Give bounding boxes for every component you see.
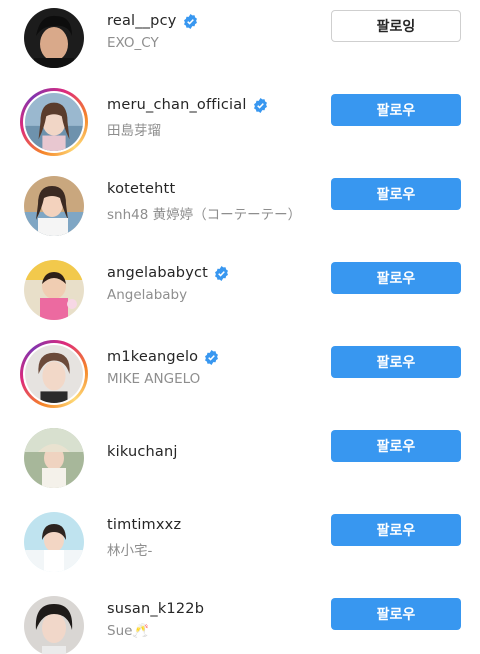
avatar[interactable]	[20, 4, 88, 72]
follow-button[interactable]: 팔로우	[331, 178, 461, 210]
username[interactable]: m1keangelo	[107, 349, 219, 365]
full-name: 林小宅-	[107, 543, 153, 559]
username[interactable]: susan_k122b	[107, 601, 204, 617]
follow-button[interactable]: 팔로우	[331, 94, 461, 126]
list-item[interactable]: meru_chan_official 田島芽瑠 팔로우	[0, 84, 480, 168]
follow-button[interactable]: 팔로우	[331, 598, 461, 630]
username-text[interactable]: kotetehtt	[107, 181, 175, 197]
username-text[interactable]: meru_chan_official	[107, 97, 247, 113]
full-name: snh48 黄婷婷（コーテーテー）	[107, 207, 302, 223]
list-item[interactable]: angelababyct Angelababy 팔로우	[0, 252, 480, 336]
username[interactable]: real__pcy	[107, 13, 198, 29]
verified-badge-icon	[183, 13, 198, 29]
avatar[interactable]	[20, 256, 88, 324]
follow-suggestions-list: real__pcy EXO_CY 팔로잉 meru_chan_official …	[0, 0, 480, 654]
list-item[interactable]: real__pcy EXO_CY 팔로잉	[0, 0, 480, 84]
list-item[interactable]: kotetehtt snh48 黄婷婷（コーテーテー） 팔로우	[0, 168, 480, 252]
username[interactable]: timtimxxz	[107, 517, 181, 533]
avatar-story-ring[interactable]	[20, 340, 88, 408]
username-text[interactable]: m1keangelo	[107, 349, 198, 365]
username-text[interactable]: kikuchanj	[107, 444, 178, 460]
username[interactable]: kotetehtt	[107, 181, 175, 197]
username-text[interactable]: angelababyct	[107, 265, 208, 281]
list-item[interactable]: m1keangelo MIKE ANGELO 팔로우	[0, 336, 480, 420]
list-item[interactable]: timtimxxz 林小宅- 팔로우	[0, 504, 480, 588]
verified-badge-icon	[214, 265, 229, 281]
avatar[interactable]	[20, 424, 88, 492]
full-name: Angelababy	[107, 287, 188, 303]
username[interactable]: angelababyct	[107, 265, 229, 281]
following-button[interactable]: 팔로잉	[331, 10, 461, 42]
avatar-story-ring[interactable]	[20, 88, 88, 156]
username[interactable]: meru_chan_official	[107, 97, 268, 113]
avatar[interactable]	[20, 172, 88, 240]
username[interactable]: kikuchanj	[107, 444, 178, 460]
follow-button[interactable]: 팔로우	[331, 514, 461, 546]
list-item[interactable]: kikuchanj 팔로우	[0, 420, 480, 504]
avatar[interactable]	[20, 508, 88, 576]
username-text[interactable]: susan_k122b	[107, 601, 204, 617]
follow-button[interactable]: 팔로우	[331, 346, 461, 378]
avatar	[25, 345, 83, 403]
list-item[interactable]: susan_k122b Sue🥂 팔로우	[0, 588, 480, 654]
full-name: Sue🥂	[107, 623, 150, 639]
verified-badge-icon	[253, 97, 268, 113]
username-text[interactable]: real__pcy	[107, 13, 177, 29]
follow-button[interactable]: 팔로우	[331, 262, 461, 294]
follow-button[interactable]: 팔로우	[331, 430, 461, 462]
full-name: MIKE ANGELO	[107, 371, 201, 387]
full-name: 田島芽瑠	[107, 123, 161, 139]
username-text[interactable]: timtimxxz	[107, 517, 181, 533]
avatar	[25, 93, 83, 151]
verified-badge-icon	[204, 349, 219, 365]
full-name: EXO_CY	[107, 35, 159, 51]
avatar[interactable]	[20, 592, 88, 654]
